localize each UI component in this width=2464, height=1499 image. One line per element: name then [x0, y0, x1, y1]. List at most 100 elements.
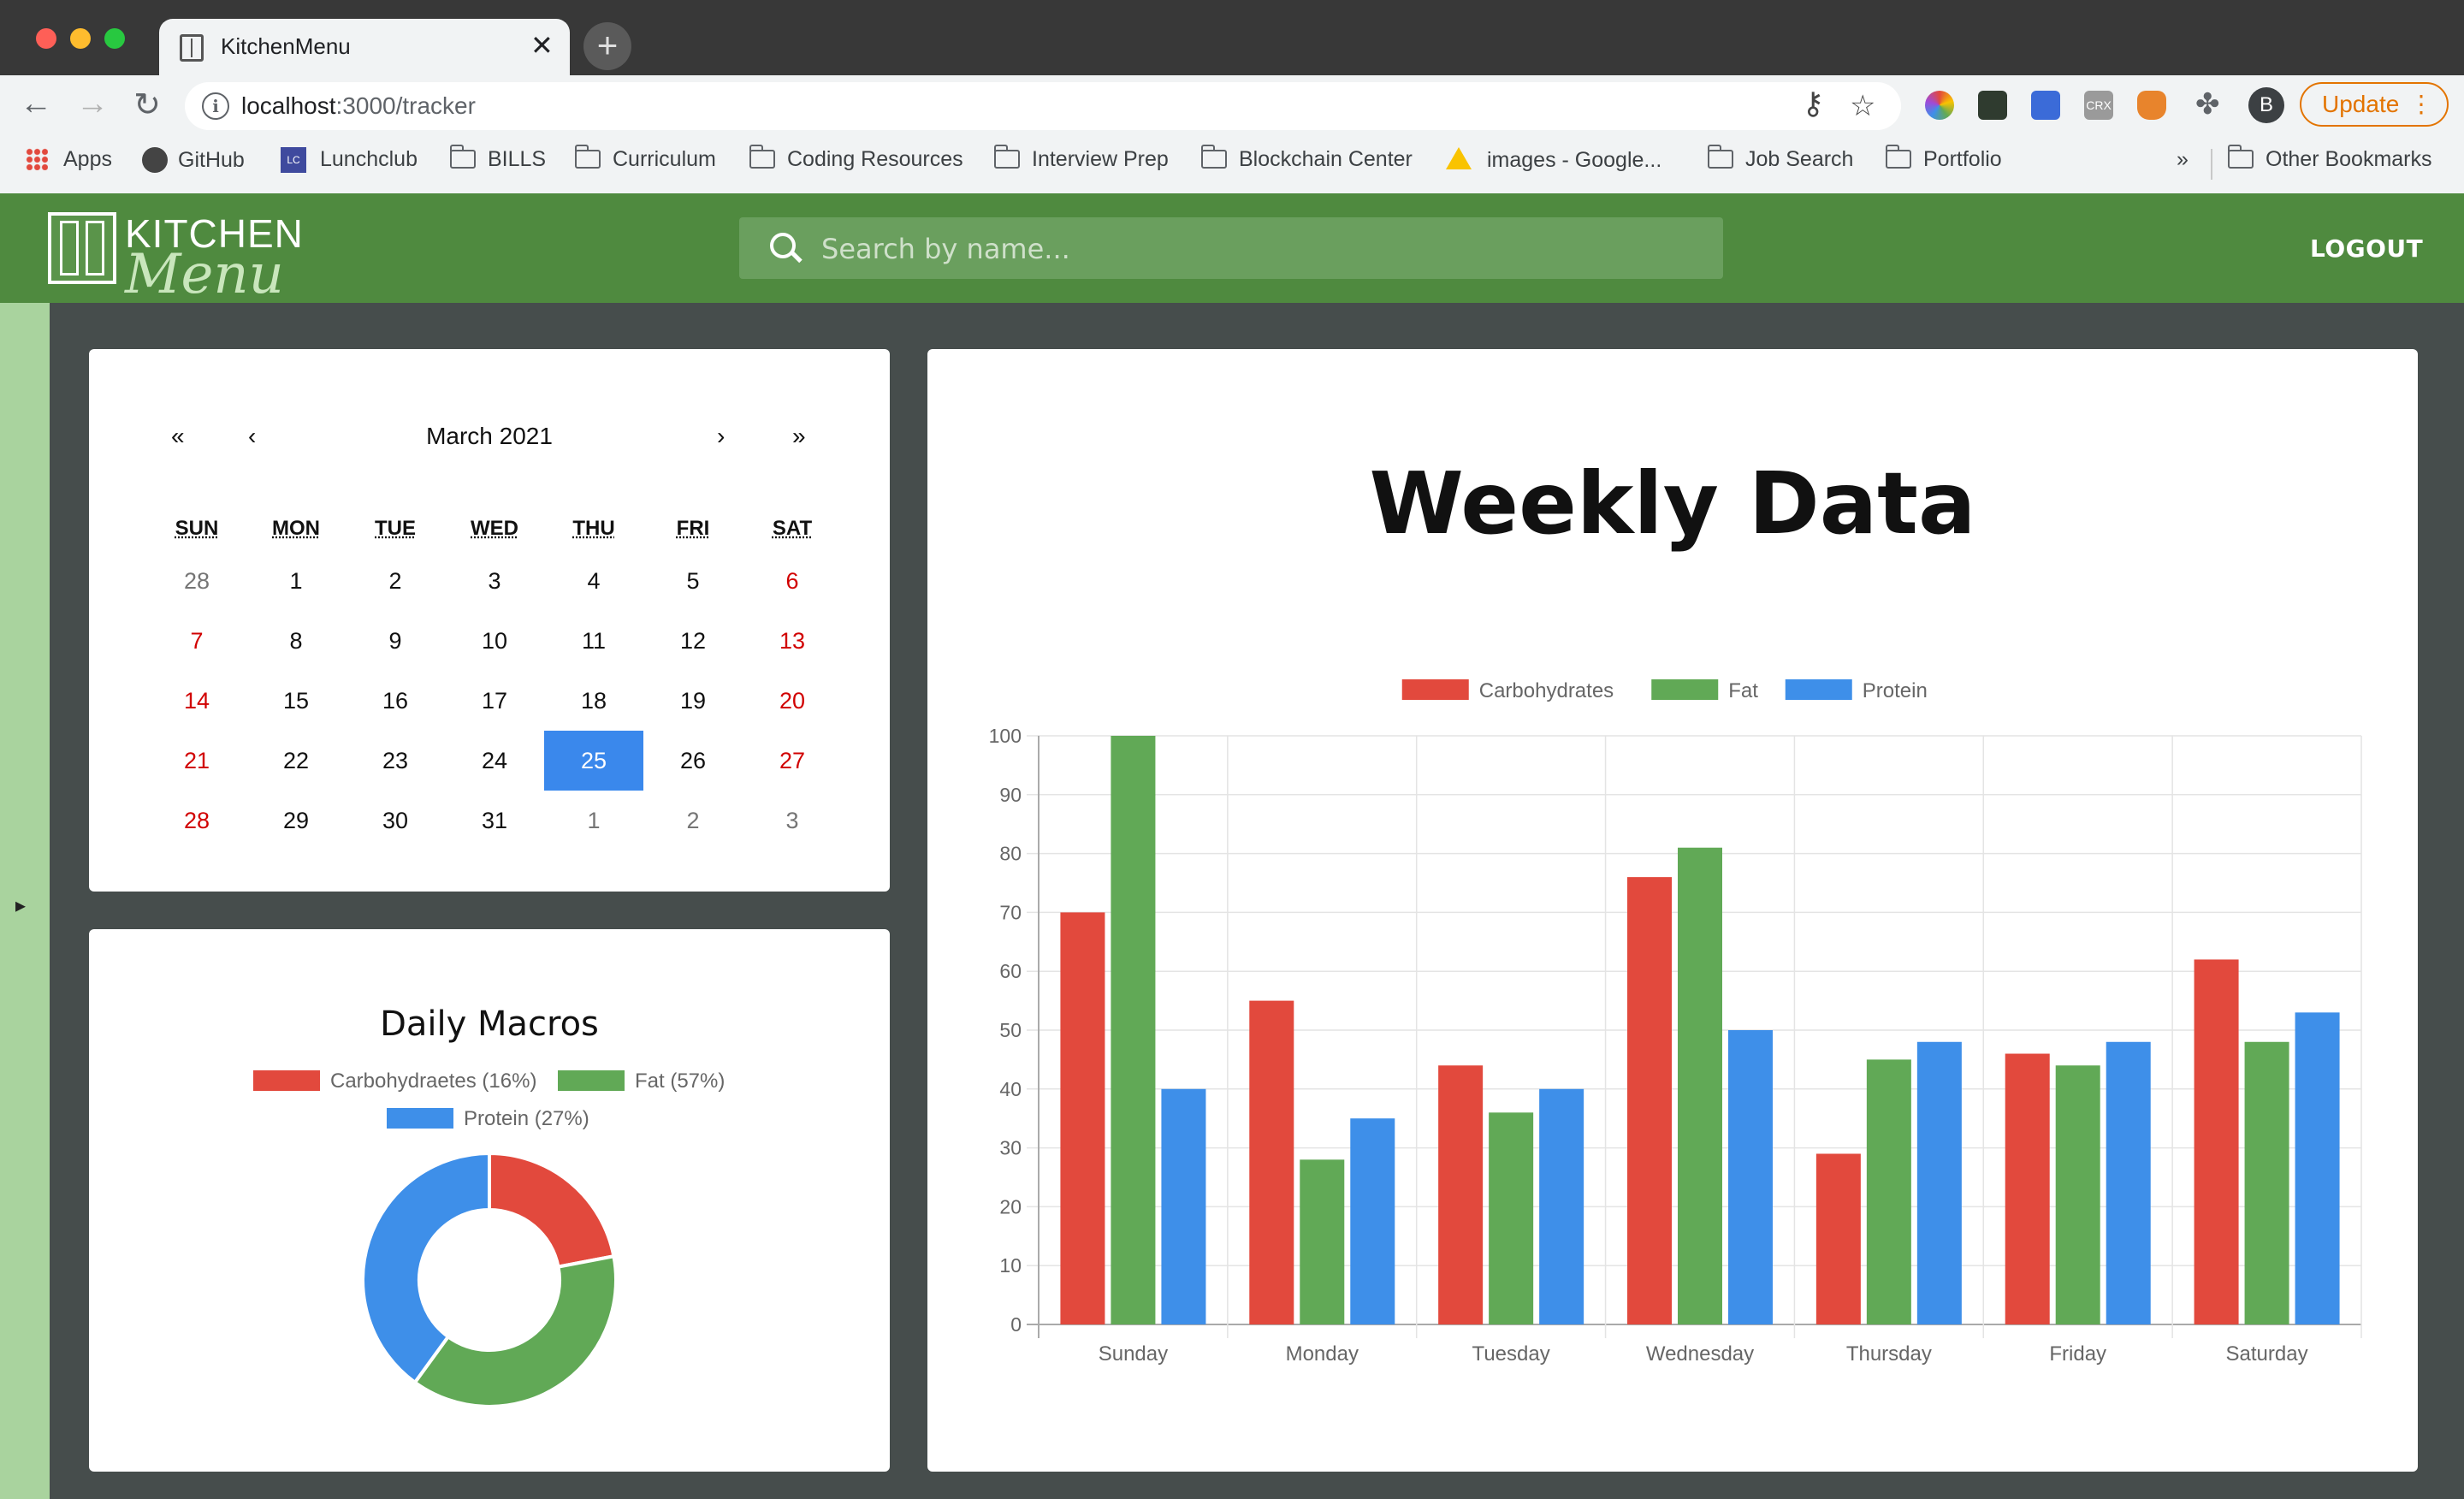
key-icon[interactable]: ⚷ — [1802, 86, 1824, 121]
legend-item-carbohydrates[interactable]: Carbohydraetes (16%) — [253, 1069, 536, 1093]
more-icon[interactable]: ⋮ — [2409, 84, 2433, 125]
bookmark-blockchain-center[interactable]: Blockchain Center — [1200, 145, 1413, 172]
bar — [1249, 1000, 1294, 1324]
logo-text-menu[interactable]: Menu — [125, 243, 284, 306]
calendar-day[interactable]: 23 — [346, 731, 445, 791]
profile-avatar[interactable]: B — [2248, 87, 2284, 123]
bolt-extension-icon[interactable] — [1978, 91, 2007, 120]
calendar-day-selected[interactable]: 25 — [544, 731, 643, 791]
y-tick-label: 60 — [999, 960, 1022, 982]
fox-extension-icon[interactable] — [2137, 91, 2166, 120]
weekly-data-title: Weekly Data — [1369, 453, 1976, 554]
calendar-day[interactable]: 1 — [544, 791, 643, 850]
update-button[interactable]: Update ⋮ — [2300, 82, 2449, 127]
calendar-day[interactable]: 8 — [246, 611, 346, 671]
folder-icon — [749, 145, 775, 169]
calendar-day[interactable]: 4 — [544, 551, 643, 611]
legend-swatch — [558, 1070, 625, 1091]
calendar-month-label[interactable]: March 2021 — [89, 423, 890, 450]
new-tab-button[interactable]: + — [583, 22, 631, 70]
browser-tab[interactable]: KitchenMenu ✕ — [159, 19, 570, 75]
calendar-day[interactable]: 11 — [544, 611, 643, 671]
calendar-day[interactable]: 21 — [147, 731, 246, 791]
bar — [2194, 959, 2239, 1324]
calendar-day[interactable]: 28 — [147, 551, 246, 611]
bookmarks-overflow-icon[interactable]: » — [2177, 147, 2189, 172]
app-header: KITCHEN Menu LOGOUT — [0, 193, 2464, 306]
window-extension-icon[interactable] — [2031, 91, 2060, 120]
bookmark-coding-resources[interactable]: Coding Resources — [749, 145, 963, 172]
bookmark-other-bookmarks[interactable]: Other Bookmarks — [2227, 145, 2432, 172]
puzzle-icon[interactable]: ✤ — [2195, 87, 2220, 121]
calendar-day[interactable]: 18 — [544, 671, 643, 731]
calendar-day[interactable]: 17 — [445, 671, 544, 731]
calendar-day[interactable]: 28 — [147, 791, 246, 850]
calendar-day[interactable]: 2 — [643, 791, 743, 850]
legend-swatch — [387, 1108, 453, 1129]
calendar-day[interactable]: 10 — [445, 611, 544, 671]
search-input[interactable] — [820, 229, 1679, 269]
forward-icon[interactable]: → — [72, 86, 113, 122]
bookmark-curriculum[interactable]: Curriculum — [574, 145, 716, 172]
bar — [2005, 1053, 2050, 1324]
star-icon[interactable]: ☆ — [1850, 89, 1875, 123]
calendar-day[interactable]: 6 — [743, 551, 842, 611]
calendar-day[interactable]: 9 — [346, 611, 445, 671]
logo-fridge-icon[interactable] — [48, 212, 116, 284]
calendar-day[interactable]: 12 — [643, 611, 743, 671]
tab-title: KitchenMenu — [221, 33, 351, 59]
legend-label: Protein — [1863, 679, 1928, 702]
calendar-day[interactable]: 14 — [147, 671, 246, 731]
calendar-day[interactable]: 27 — [743, 731, 842, 791]
calendar-day[interactable]: 19 — [643, 671, 743, 731]
bookmark-images-google[interactable]: images - Google... — [1446, 147, 1661, 173]
calendar-day[interactable]: 3 — [743, 791, 842, 850]
calendar-day[interactable]: 29 — [246, 791, 346, 850]
bookmark-apps[interactable]: Apps — [26, 147, 112, 172]
legend-item-protein[interactable]: Protein (27%) — [387, 1107, 589, 1131]
calendar-day[interactable]: 16 — [346, 671, 445, 731]
bar — [1438, 1065, 1484, 1324]
next-year-button[interactable]: » — [792, 423, 806, 450]
calendar-day[interactable]: 20 — [743, 671, 842, 731]
calendar-day[interactable]: 24 — [445, 731, 544, 791]
back-icon[interactable]: ← — [15, 86, 56, 122]
calendar-day[interactable]: 30 — [346, 791, 445, 850]
bookmark-portfolio[interactable]: Portfolio — [1885, 145, 2002, 172]
calendar-day[interactable]: 22 — [246, 731, 346, 791]
crx-extension-icon[interactable]: CRX — [2084, 91, 2113, 120]
bookmark-lunchclub[interactable]: LC Lunchclub — [281, 147, 418, 173]
close-tab-icon[interactable]: ✕ — [530, 29, 554, 62]
legend-item-fat[interactable]: Fat (57%) — [558, 1069, 725, 1093]
calendar-day[interactable]: 2 — [346, 551, 445, 611]
bookmark-bills[interactable]: BILLS — [449, 145, 546, 172]
bar — [1866, 1059, 1911, 1324]
collapsed-sidebar[interactable]: ▸ — [0, 303, 50, 1499]
bookmark-github[interactable]: GitHub — [142, 147, 245, 173]
next-month-button[interactable]: › — [717, 423, 725, 450]
calendar-day[interactable]: 26 — [643, 731, 743, 791]
calendar-day[interactable]: 5 — [643, 551, 743, 611]
calendar-day[interactable]: 13 — [743, 611, 842, 671]
legend-swatch — [1785, 679, 1852, 700]
bookmark-interview-prep[interactable]: Interview Prep — [993, 145, 1169, 172]
bookmark-job-search[interactable]: Job Search — [1707, 145, 1853, 172]
calendar-day[interactable]: 3 — [445, 551, 544, 611]
url-text[interactable]: localhost:3000/tracker — [241, 92, 476, 120]
reload-icon[interactable]: ↻ — [127, 86, 168, 124]
calendar-day[interactable]: 15 — [246, 671, 346, 731]
calendar-day[interactable]: 1 — [246, 551, 346, 611]
calendar-day[interactable]: 31 — [445, 791, 544, 850]
close-window-button[interactable] — [36, 28, 56, 49]
calendar-day[interactable]: 7 — [147, 611, 246, 671]
legend-label: Fat — [1728, 679, 1758, 702]
maximize-window-button[interactable] — [104, 28, 125, 49]
bar — [2106, 1041, 2151, 1324]
minimize-window-button[interactable] — [70, 28, 91, 49]
address-bar[interactable]: i localhost:3000/tracker ⚷ ☆ — [185, 82, 1901, 130]
logout-button[interactable]: LOGOUT — [2310, 234, 2423, 263]
sidebar-toggle-icon[interactable]: ▸ — [15, 893, 26, 918]
color-extension-icon[interactable] — [1925, 91, 1954, 120]
site-info-icon[interactable]: i — [202, 92, 229, 120]
daily-macros-title: Daily Macros — [380, 1004, 599, 1044]
